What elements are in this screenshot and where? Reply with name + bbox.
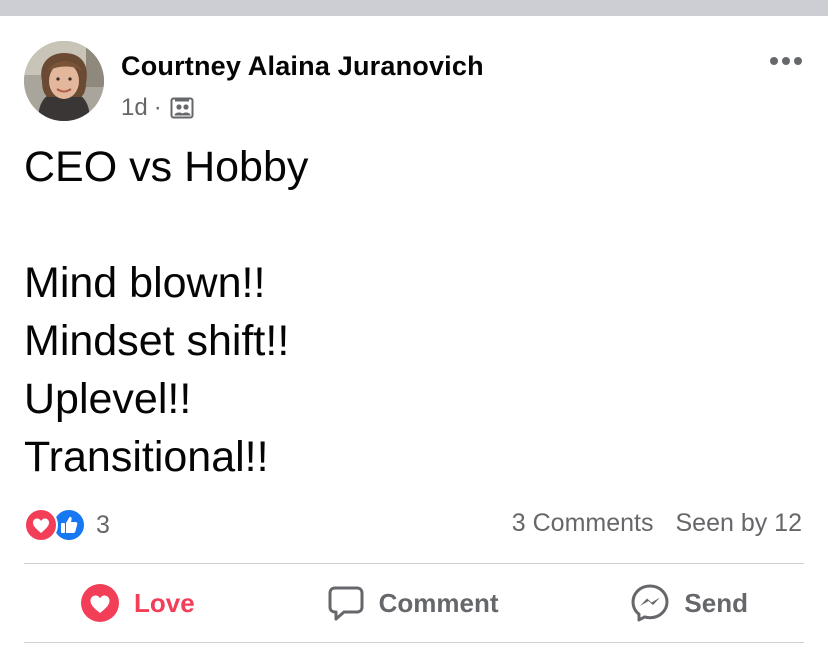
post-card: Courtney Alaina Juranovich 1d · CEO vs H… bbox=[0, 16, 828, 650]
post-text-blank-line bbox=[24, 196, 804, 254]
send-label: Send bbox=[684, 587, 748, 618]
post-text-line: Mindset shift!! bbox=[24, 317, 290, 365]
reaction-icons bbox=[24, 508, 90, 542]
send-button[interactable]: Send bbox=[622, 583, 756, 623]
reaction-count: 3 bbox=[96, 510, 110, 539]
feed-separator-bar bbox=[0, 0, 828, 16]
post-text-line: CEO vs Hobby bbox=[24, 143, 309, 191]
comment-label: Comment bbox=[378, 587, 499, 618]
post-text-line: Uplevel!! bbox=[24, 375, 192, 423]
more-options-button[interactable] bbox=[766, 48, 806, 74]
messenger-icon bbox=[631, 584, 669, 622]
comment-icon bbox=[328, 586, 364, 621]
engagement-stats: 3 Comments Seen by 12 bbox=[512, 509, 802, 538]
author-avatar[interactable] bbox=[24, 41, 104, 121]
more-dots-icon bbox=[770, 57, 802, 65]
author-name[interactable]: Courtney Alaina Juranovich bbox=[121, 51, 484, 82]
post-meta: 1d · bbox=[121, 94, 194, 122]
post-text: CEO vs Hobby Mind blown!! Mindset shift!… bbox=[24, 138, 804, 486]
comment-button[interactable]: Comment bbox=[319, 584, 507, 622]
love-label: Love bbox=[134, 587, 195, 618]
comments-count-link[interactable]: 3 Comments bbox=[512, 509, 654, 538]
love-button[interactable]: Love bbox=[72, 583, 203, 623]
post-actions-bar: Love Comment Send bbox=[24, 564, 804, 642]
love-icon bbox=[81, 584, 119, 622]
post-text-line: Mind blown!! bbox=[24, 259, 266, 307]
meta-separator: · bbox=[153, 94, 162, 121]
seen-by-link[interactable]: Seen by 12 bbox=[676, 509, 803, 538]
post-time[interactable]: 1d bbox=[121, 94, 148, 122]
divider bbox=[24, 642, 804, 643]
love-reaction-icon bbox=[24, 508, 58, 542]
post-text-line: Transitional!! bbox=[24, 433, 269, 481]
group-icon[interactable] bbox=[170, 97, 194, 119]
reactions-summary[interactable]: 3 bbox=[24, 508, 110, 542]
